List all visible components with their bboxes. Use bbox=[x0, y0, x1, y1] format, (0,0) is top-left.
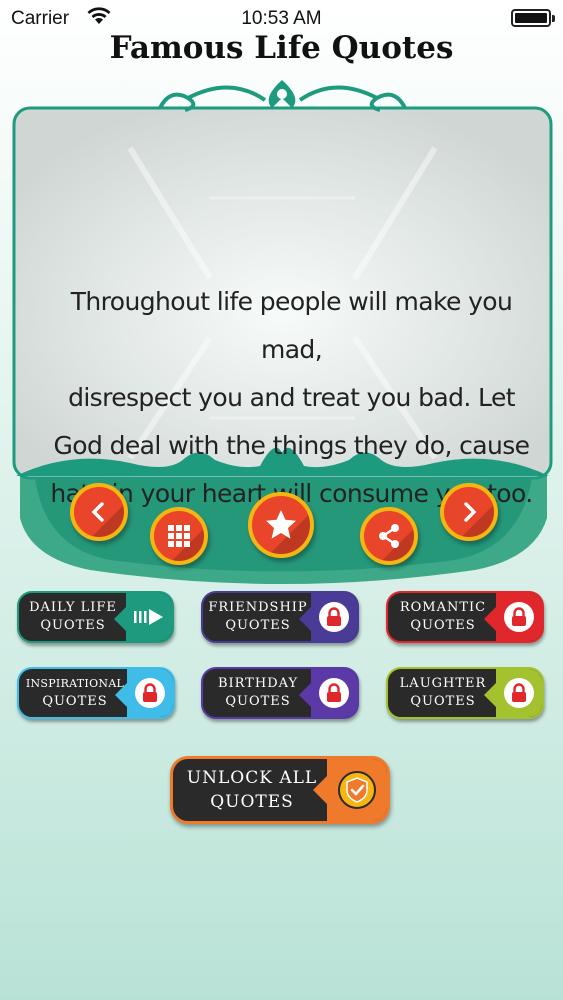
page-title: Famous Life Quotes bbox=[109, 30, 454, 66]
quote-line: disrespect you and treat you bad. Let bbox=[68, 383, 515, 412]
category-inspirational-button[interactable]: INSPIRATIONAL QUOTES bbox=[17, 667, 175, 719]
quote-text: Throughout life people will make you mad… bbox=[40, 278, 543, 518]
categories-grid-button[interactable] bbox=[150, 507, 208, 565]
category-cap bbox=[114, 593, 172, 641]
quote-line: God deal with the things they do, cause bbox=[53, 431, 531, 460]
shield-check-icon bbox=[338, 771, 376, 809]
category-daily-life-button[interactable]: DAILY LIFE QUOTES bbox=[17, 591, 174, 643]
lock-icon bbox=[319, 678, 349, 708]
grid-icon bbox=[168, 525, 190, 547]
category-romantic-button[interactable]: ROMANTIC QUOTES bbox=[386, 591, 544, 643]
lock-icon bbox=[319, 602, 349, 632]
previous-quote-button[interactable] bbox=[70, 483, 128, 541]
lock-icon bbox=[504, 602, 534, 632]
category-label: BIRTHDAY QUOTES bbox=[217, 676, 299, 709]
arrow-right-icon bbox=[134, 609, 163, 625]
chevron-right-icon bbox=[464, 502, 477, 522]
category-label: LAUGHTER QUOTES bbox=[399, 676, 487, 709]
quote-line: Throughout life people will make you mad… bbox=[70, 287, 513, 364]
unlock-all-quotes-button[interactable]: UNLOCK ALL QUOTES bbox=[170, 756, 390, 824]
category-cap bbox=[484, 593, 542, 641]
category-cap bbox=[299, 669, 357, 717]
lock-icon bbox=[135, 678, 165, 708]
favorite-button[interactable] bbox=[248, 492, 314, 558]
category-label: FRIENDSHIP QUOTES bbox=[208, 600, 308, 633]
share-button[interactable] bbox=[360, 507, 418, 565]
unlock-label: UNLOCK ALL QUOTES bbox=[186, 768, 318, 812]
next-quote-button[interactable] bbox=[440, 483, 498, 541]
category-label: ROMANTIC QUOTES bbox=[399, 600, 487, 633]
category-birthday-button[interactable]: BIRTHDAY QUOTES bbox=[201, 667, 359, 719]
chevron-left-icon bbox=[91, 502, 104, 522]
category-friendship-button[interactable]: FRIENDSHIP QUOTES bbox=[201, 591, 359, 643]
category-laughter-button[interactable]: LAUGHTER QUOTES bbox=[386, 667, 544, 719]
share-icon bbox=[379, 524, 399, 548]
lock-icon bbox=[504, 678, 534, 708]
star-icon bbox=[266, 510, 296, 539]
unlock-cap bbox=[313, 759, 387, 821]
category-cap bbox=[299, 593, 357, 641]
category-cap bbox=[484, 669, 542, 717]
category-cap bbox=[115, 669, 173, 717]
status-time: 10:53 AM bbox=[241, 8, 322, 29]
category-label: DAILY LIFE QUOTES bbox=[29, 600, 117, 633]
battery-icon bbox=[511, 9, 555, 27]
